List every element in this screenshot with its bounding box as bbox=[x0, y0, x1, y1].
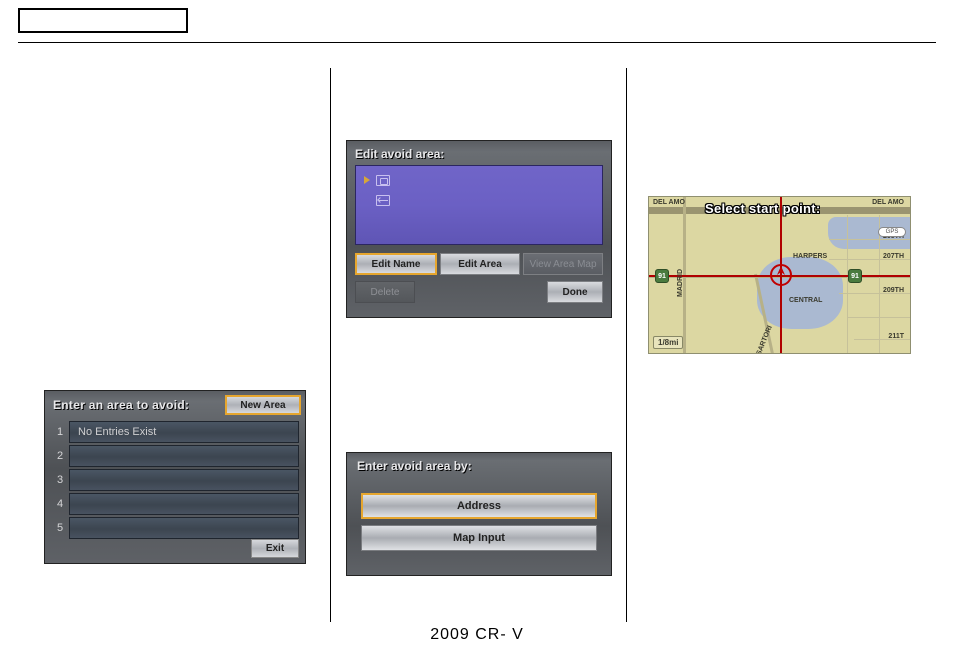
selector-triangle-icon bbox=[364, 176, 370, 184]
row-number: 4 bbox=[51, 493, 69, 515]
screen-edit-avoid-area: Edit avoid area: Edit Name Edit Area Vie… bbox=[346, 140, 612, 318]
column-separator-2 bbox=[626, 68, 627, 622]
view-area-map-button[interactable]: View Area Map bbox=[523, 253, 603, 275]
area-icon bbox=[376, 175, 390, 186]
screen2-title: Edit avoid area: bbox=[347, 141, 611, 165]
header-rule bbox=[18, 42, 936, 43]
highway-shield: 91 bbox=[848, 269, 862, 283]
column-separator-1 bbox=[330, 68, 331, 622]
street-label: 207TH bbox=[883, 253, 904, 260]
screen-enter-avoid-area-by: Enter avoid area by: Address Map Input bbox=[346, 452, 612, 576]
list-row[interactable]: 5 bbox=[51, 517, 299, 539]
street-label: MADRID bbox=[677, 269, 684, 297]
street-label: 211T bbox=[888, 333, 904, 340]
screen3-title: Enter avoid area by: bbox=[347, 453, 611, 481]
row-cell bbox=[69, 493, 299, 515]
row-number: 2 bbox=[51, 445, 69, 467]
street-label: HARPERS bbox=[793, 253, 827, 260]
done-button[interactable]: Done bbox=[547, 281, 603, 303]
edit-area-button[interactable]: Edit Area bbox=[440, 253, 520, 275]
list-row[interactable]: 4 bbox=[51, 493, 299, 515]
screen-enter-avoid-area: Enter an area to avoid: New Area 1 No En… bbox=[44, 390, 306, 564]
list-row[interactable]: 3 bbox=[51, 469, 299, 491]
map-cursor-icon bbox=[769, 263, 793, 287]
avoid-area-panel bbox=[355, 165, 603, 245]
row-number: 5 bbox=[51, 517, 69, 539]
map-scale: 1/8mi bbox=[653, 336, 683, 349]
edit-name-button[interactable]: Edit Name bbox=[355, 253, 437, 275]
panel-row-2 bbox=[364, 192, 594, 208]
map-canvas[interactable]: 91 91 DEL AMO DEL AMO MADRID HARPERS CEN… bbox=[649, 197, 910, 353]
panel-row-1 bbox=[364, 172, 594, 188]
row-cell: No Entries Exist bbox=[69, 421, 299, 443]
new-area-button[interactable]: New Area bbox=[225, 395, 301, 415]
list-row[interactable]: 2 bbox=[51, 445, 299, 467]
map-input-button[interactable]: Map Input bbox=[361, 525, 597, 551]
exit-button[interactable]: Exit bbox=[251, 539, 299, 558]
list-row[interactable]: 1 No Entries Exist bbox=[51, 421, 299, 443]
gps-indicator: GPS bbox=[878, 227, 906, 237]
highway-shield: 91 bbox=[655, 269, 669, 283]
street-label: CENTRAL bbox=[789, 297, 822, 304]
delete-button[interactable]: Delete bbox=[355, 281, 415, 303]
street-label: DEL AMO bbox=[872, 199, 904, 206]
screen1-title: Enter an area to avoid: bbox=[53, 398, 189, 412]
row-number: 3 bbox=[51, 469, 69, 491]
page-footer: 2009 CR- V bbox=[0, 626, 954, 644]
row-cell bbox=[69, 469, 299, 491]
screen-select-start-point-map[interactable]: 91 91 DEL AMO DEL AMO MADRID HARPERS CEN… bbox=[648, 196, 911, 354]
street-label: DEL AMO bbox=[653, 199, 685, 206]
street-label: 209TH bbox=[883, 287, 904, 294]
address-button[interactable]: Address bbox=[361, 493, 597, 519]
row-cell bbox=[69, 517, 299, 539]
avoid-area-list: 1 No Entries Exist 2 3 4 5 bbox=[45, 419, 305, 539]
route-arrow-icon bbox=[376, 195, 390, 206]
edit-buttons-row: Edit Name Edit Area View Area Map bbox=[347, 245, 611, 275]
header-box bbox=[18, 8, 188, 33]
map-banner: Select start point: bbox=[705, 201, 821, 216]
row-cell bbox=[69, 445, 299, 467]
row-number: 1 bbox=[51, 421, 69, 443]
